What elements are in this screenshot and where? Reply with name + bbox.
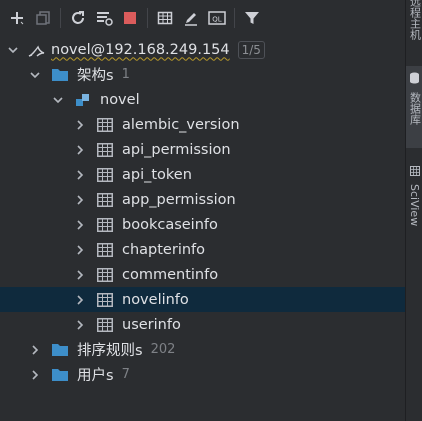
- users-folder-label: 用户s: [77, 368, 114, 384]
- chevron-right-icon[interactable]: [29, 344, 41, 356]
- tree-row-table[interactable]: api_token: [0, 162, 405, 187]
- tree-row-table[interactable]: api_permission: [0, 137, 405, 162]
- filter-icon[interactable]: [241, 7, 263, 29]
- chevron-down-icon[interactable]: [29, 69, 41, 81]
- tab-database-label: 数据库: [408, 92, 422, 125]
- toolbar-separator: [147, 8, 148, 28]
- users-folder-count: 7: [121, 367, 130, 382]
- table-icon: [96, 117, 114, 133]
- chevron-right-icon[interactable]: [74, 144, 86, 156]
- table-label: api_permission: [122, 141, 231, 158]
- tree-row-users-folder[interactable]: 用户s 7: [0, 362, 405, 387]
- tree-row-table[interactable]: chapterinfo: [0, 237, 405, 262]
- table-icon: [96, 317, 114, 333]
- tab-remote-host[interactable]: 远程主机: [406, 0, 422, 48]
- database-icon: [409, 72, 420, 88]
- copy-icon[interactable]: [32, 7, 54, 29]
- tree-row-table[interactable]: app_permission: [0, 187, 405, 212]
- schema-label: novel: [100, 91, 140, 108]
- connection-label: novel@192.168.249.154: [51, 41, 230, 58]
- refresh-icon[interactable]: [67, 7, 89, 29]
- chevron-right-icon[interactable]: [74, 169, 86, 181]
- table-view-icon[interactable]: [154, 7, 176, 29]
- tab-database[interactable]: 数据库: [406, 66, 422, 148]
- table-label: chapterinfo: [122, 241, 206, 258]
- chevron-right-icon[interactable]: [74, 119, 86, 131]
- tree-row-table[interactable]: userinfo: [0, 312, 405, 337]
- chevron-right-icon[interactable]: [29, 369, 41, 381]
- table-label: app_permission: [122, 191, 236, 208]
- add-icon[interactable]: [6, 7, 28, 29]
- mysql-dolphin-icon: [27, 42, 45, 58]
- table-icon: [96, 167, 114, 183]
- collations-folder-count: 202: [150, 342, 176, 357]
- connection-badge: 1/5: [237, 40, 265, 59]
- toolbar-separator: [234, 8, 235, 28]
- chevron-right-icon[interactable]: [74, 244, 86, 256]
- table-label: api_token: [122, 166, 192, 183]
- table-label: novelinfo: [122, 291, 189, 308]
- chevron-right-icon[interactable]: [74, 269, 86, 281]
- schemas-folder-label: 架构s: [77, 68, 114, 84]
- tree-row-collations-folder[interactable]: 排序规则s 202: [0, 337, 405, 362]
- right-tool-strip: 远程主机 数据库 SciView: [405, 0, 422, 421]
- tab-remote-host-label: 远程主机: [408, 0, 422, 40]
- chevron-right-icon[interactable]: [74, 294, 86, 306]
- tree-row-table[interactable]: alembic_version: [0, 112, 405, 137]
- chevron-down-icon[interactable]: [52, 94, 64, 106]
- table-icon: [96, 242, 114, 258]
- table-icon: [96, 292, 114, 308]
- table-label: bookcaseinfo: [122, 216, 218, 233]
- tree-row-schemas-folder[interactable]: 架构s 1: [0, 62, 405, 87]
- chevron-right-icon[interactable]: [74, 319, 86, 331]
- sql-console-icon[interactable]: QL: [206, 7, 228, 29]
- tree-row-schema[interactable]: novel: [0, 87, 405, 112]
- schema-settings-icon[interactable]: [93, 7, 115, 29]
- edit-icon[interactable]: [180, 7, 202, 29]
- tree-row-table[interactable]: bookcaseinfo: [0, 212, 405, 237]
- table-label: userinfo: [122, 316, 181, 333]
- tree-row-connection[interactable]: novel@192.168.249.154 1/5: [0, 37, 405, 62]
- tab-sciview-label: SciView: [408, 184, 421, 227]
- folder-icon: [51, 342, 69, 358]
- table-icon: [96, 267, 114, 283]
- table-label: commentinfo: [122, 266, 219, 283]
- chevron-right-icon[interactable]: [74, 194, 86, 206]
- chevron-right-icon[interactable]: [74, 219, 86, 231]
- tab-sciview[interactable]: SciView: [406, 162, 422, 242]
- table-label: alembic_version: [122, 116, 240, 133]
- collations-folder-label: 排序规则s: [77, 343, 143, 359]
- folder-icon: [51, 67, 69, 83]
- toolbar-separator: [60, 8, 61, 28]
- sciview-icon: [409, 164, 420, 180]
- chevron-down-icon[interactable]: [7, 44, 19, 56]
- tree-row-table[interactable]: commentinfo: [0, 262, 405, 287]
- database-tree: novel@192.168.249.154 1/5 架构s 1 novel al…: [0, 37, 405, 387]
- schemas-folder-count: 1: [121, 67, 130, 82]
- sql-console-icon-text: QL: [212, 16, 222, 24]
- stop-icon[interactable]: [119, 7, 141, 29]
- toolbar: QL: [0, 0, 405, 36]
- table-icon: [96, 217, 114, 233]
- table-icon: [96, 142, 114, 158]
- tree-row-table-selected[interactable]: novelinfo: [0, 287, 405, 312]
- table-icon: [96, 192, 114, 208]
- schema-icon: [74, 92, 92, 108]
- folder-icon: [51, 367, 69, 383]
